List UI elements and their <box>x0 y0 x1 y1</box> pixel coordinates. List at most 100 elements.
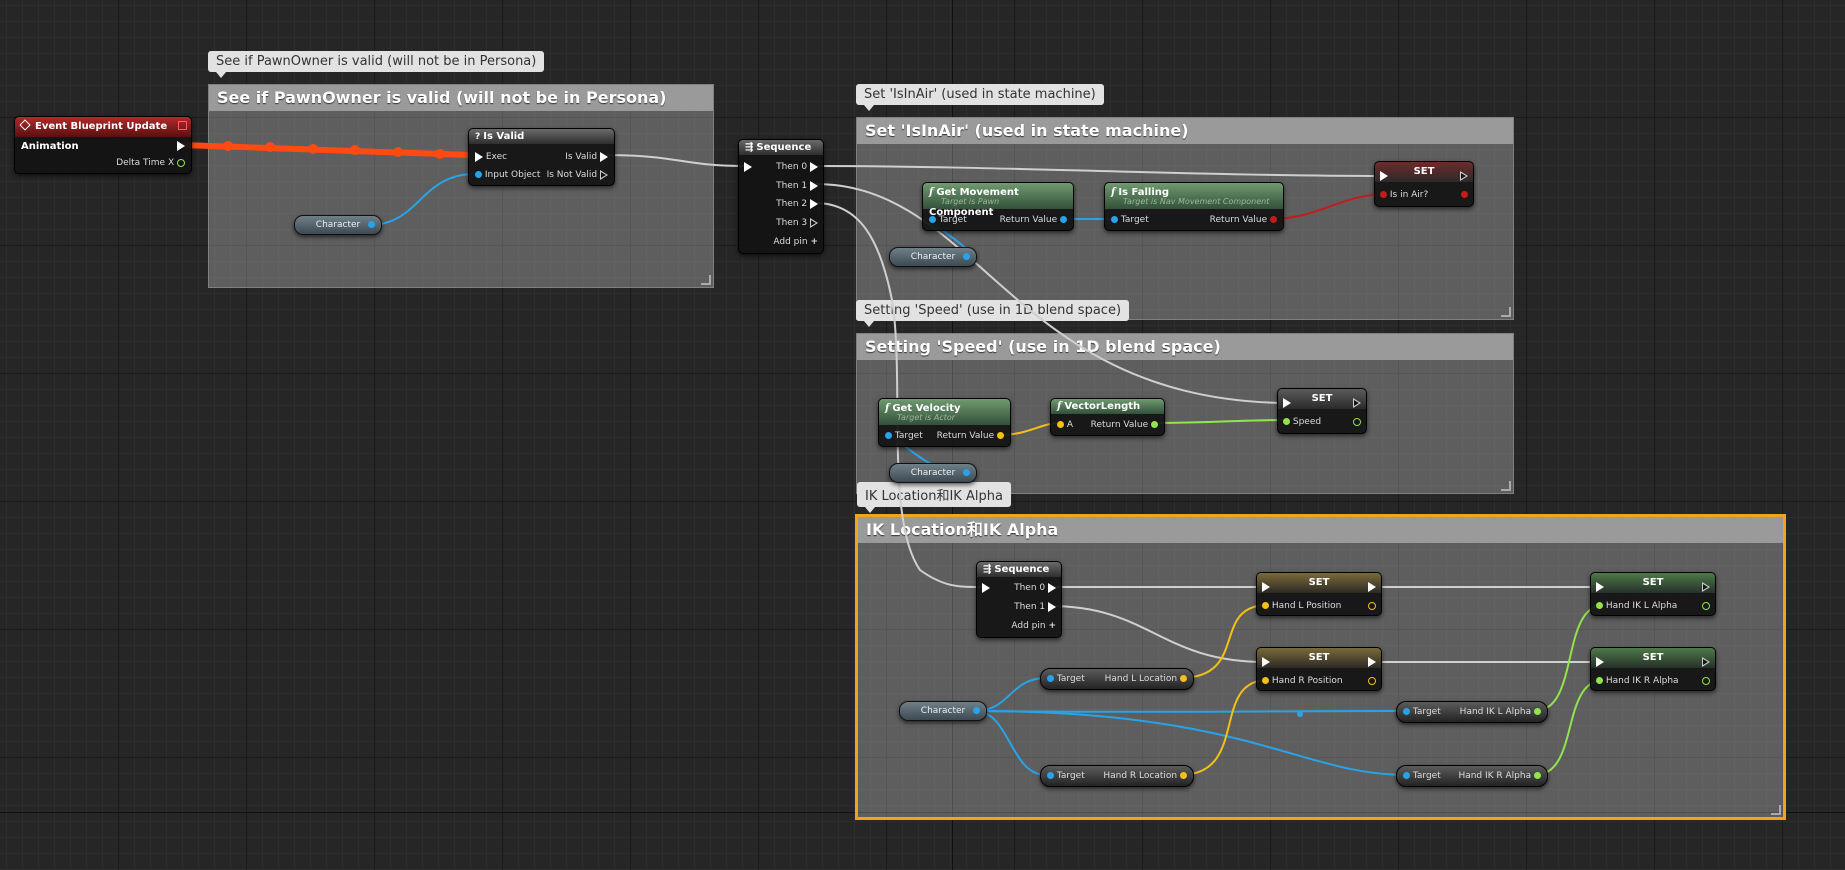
is-valid-node[interactable]: ? Is Valid Exec Input Object Is Valid Is … <box>468 128 615 186</box>
exec-wire-then0-to-set-inair <box>814 165 1386 177</box>
hand-r-position-pin[interactable]: Hand R Position <box>1262 675 1343 687</box>
character-variable-node[interactable]: Character <box>889 247 977 267</box>
set-hand-r-position-node[interactable]: SET Hand R Position <box>1256 647 1382 691</box>
character-variable-node[interactable]: Character <box>899 701 987 721</box>
speed-pin[interactable]: Speed <box>1283 416 1321 428</box>
node-header: f VectorLength <box>1051 399 1164 414</box>
character-variable-node[interactable]: Character <box>889 463 977 483</box>
is-falling-node[interactable]: f Is Falling Target is Nav Movement Compon… <box>1104 182 1284 231</box>
exec-out-pin[interactable] <box>1368 656 1376 668</box>
variable-label: Character <box>910 252 956 262</box>
input-object-pin[interactable]: Input Object <box>475 169 540 181</box>
is-in-air-pin[interactable]: Is in Air? <box>1380 189 1428 201</box>
node-header: SET <box>1591 573 1715 593</box>
sequence-node[interactable]: ⇶ Sequence Then 0 Then 1 Then 2 Then 3 Ad… <box>738 139 824 254</box>
event-diamond-icon <box>19 119 31 131</box>
hand-l-position-pin[interactable]: Hand L Position <box>1262 600 1341 612</box>
get-movement-component-node[interactable]: f Get Movement Component Target is Pawn Ta… <box>922 182 1074 231</box>
node-title: Event Blueprint Update Animation <box>21 121 168 152</box>
hand-l-position-out-pin[interactable] <box>1368 600 1376 612</box>
then-0-pin[interactable]: Then 0 <box>776 161 818 173</box>
object-pin-icon[interactable] <box>963 253 970 260</box>
object-pin-icon[interactable] <box>963 469 970 476</box>
question-icon: ? <box>475 132 481 142</box>
exec-out-pin[interactable] <box>177 140 185 152</box>
a-pin[interactable]: A <box>1057 419 1073 431</box>
hand-r-location-out-pin[interactable]: Hand R Location <box>1103 770 1187 782</box>
return-value-pin[interactable]: Return Value <box>1000 214 1067 226</box>
object-pin-icon[interactable] <box>368 221 375 228</box>
exec-in-pin[interactable]: Exec <box>475 151 507 163</box>
target-pin[interactable]: Target <box>1047 673 1085 685</box>
add-pin-button[interactable]: Add pin + <box>1011 620 1056 632</box>
hand-ik-l-alpha-out-pin[interactable]: Hand IK L Alpha <box>1460 706 1541 718</box>
exec-in-pin[interactable] <box>982 582 990 594</box>
vector-length-node[interactable]: f VectorLength A Return Value <box>1050 398 1165 436</box>
exec-in-pin[interactable] <box>1596 656 1604 668</box>
event-blueprint-update-animation-node[interactable]: Event Blueprint Update Animation Delta T… <box>14 116 192 174</box>
target-pin[interactable]: Target <box>885 430 923 442</box>
hand-r-location-getter-node[interactable]: Target Hand R Location <box>1040 765 1194 787</box>
exec-in-pin[interactable] <box>1283 397 1291 409</box>
object-pin-icon[interactable] <box>973 707 980 714</box>
exec-out-pin[interactable] <box>1702 656 1710 668</box>
exec-out-pin[interactable] <box>1353 397 1361 409</box>
hand-ik-r-alpha-out-pin[interactable] <box>1702 675 1710 687</box>
target-pin[interactable]: Target <box>1047 770 1085 782</box>
then-3-pin[interactable]: Then 3 <box>776 217 818 229</box>
exec-in-pin[interactable] <box>1262 581 1270 593</box>
hand-ik-l-alpha-out-pin[interactable] <box>1702 600 1710 612</box>
exec-in-pin[interactable] <box>1262 656 1270 668</box>
target-pin[interactable]: Target <box>929 214 967 226</box>
set-speed-node[interactable]: SET Speed <box>1277 388 1367 434</box>
character-variable-node[interactable]: Character <box>294 215 382 235</box>
then-1-pin[interactable]: Then 1 <box>1014 601 1056 613</box>
then-0-pin[interactable]: Then 0 <box>1014 582 1056 594</box>
target-pin[interactable]: Target <box>1403 706 1441 718</box>
pin-label: Is Not Valid <box>546 170 598 180</box>
exec-in-pin[interactable] <box>744 161 752 173</box>
then-1-pin[interactable]: Then 1 <box>776 180 818 192</box>
is-not-valid-out-pin[interactable]: Is Not Valid <box>547 169 608 181</box>
exec-in-pin[interactable] <box>1596 581 1604 593</box>
set-hand-ik-l-alpha-node[interactable]: SET Hand IK L Alpha <box>1590 572 1716 616</box>
is-valid-out-pin[interactable]: Is Valid <box>565 151 608 163</box>
set-is-in-air-node[interactable]: SET Is in Air? <box>1374 161 1474 207</box>
is-in-air-out-pin[interactable] <box>1461 189 1468 201</box>
set-hand-l-position-node[interactable]: SET Hand L Position <box>1256 572 1382 616</box>
exec-in-pin[interactable] <box>1380 170 1388 182</box>
pin-label: Then 0 <box>776 162 808 172</box>
node-title: Sequence <box>994 564 1050 575</box>
exec-out-pin[interactable] <box>1460 170 1468 182</box>
pin-label: Target <box>1056 674 1085 684</box>
hand-l-location-getter-node[interactable]: Target Hand L Location <box>1040 668 1194 690</box>
hand-l-location-out-pin[interactable]: Hand L Location <box>1105 673 1187 685</box>
return-value-pin[interactable]: Return Value <box>1091 419 1158 431</box>
node-title: SET <box>1311 393 1333 404</box>
hand-ik-r-alpha-out-pin[interactable]: Hand IK R Alpha <box>1458 770 1541 782</box>
wire-vectorlength-to-setspeed <box>1151 419 1291 424</box>
return-value-pin[interactable]: Return Value <box>937 430 1004 442</box>
set-hand-ik-r-alpha-node[interactable]: SET Hand IK R Alpha <box>1590 647 1716 691</box>
exec-out-pin[interactable] <box>1368 581 1376 593</box>
speed-out-pin[interactable] <box>1353 416 1361 428</box>
pin-label: Speed <box>1292 417 1322 427</box>
delta-time-pin[interactable]: Delta Time X <box>116 157 185 169</box>
target-pin[interactable]: Target <box>1403 770 1441 782</box>
hand-r-position-out-pin[interactable] <box>1368 675 1376 687</box>
hand-ik-l-alpha-getter-node[interactable]: Target Hand IK L Alpha <box>1396 701 1548 723</box>
return-value-pin[interactable]: Return Value <box>1210 214 1277 226</box>
target-pin[interactable]: Target <box>1111 214 1149 226</box>
exec-out-pin[interactable] <box>1702 581 1710 593</box>
wire-char-to-hand-ik-r <box>974 710 1408 776</box>
hand-ik-l-alpha-pin[interactable]: Hand IK L Alpha <box>1596 600 1677 612</box>
get-velocity-node[interactable]: f Get Velocity Target is Actor Target Retu… <box>878 398 1011 447</box>
pin-label: Then 3 <box>776 218 808 228</box>
pin-label: Is in Air? <box>1389 190 1429 200</box>
add-pin-button[interactable]: Add pin + <box>773 236 818 248</box>
sequence-node-ik[interactable]: ⇶ Sequence Then 0 Then 1 Add pin + <box>976 561 1062 638</box>
hand-ik-r-alpha-getter-node[interactable]: Target Hand IK R Alpha <box>1396 765 1548 787</box>
close-icon[interactable] <box>178 121 187 130</box>
then-2-pin[interactable]: Then 2 <box>776 198 818 210</box>
hand-ik-r-alpha-pin[interactable]: Hand IK R Alpha <box>1596 675 1679 687</box>
